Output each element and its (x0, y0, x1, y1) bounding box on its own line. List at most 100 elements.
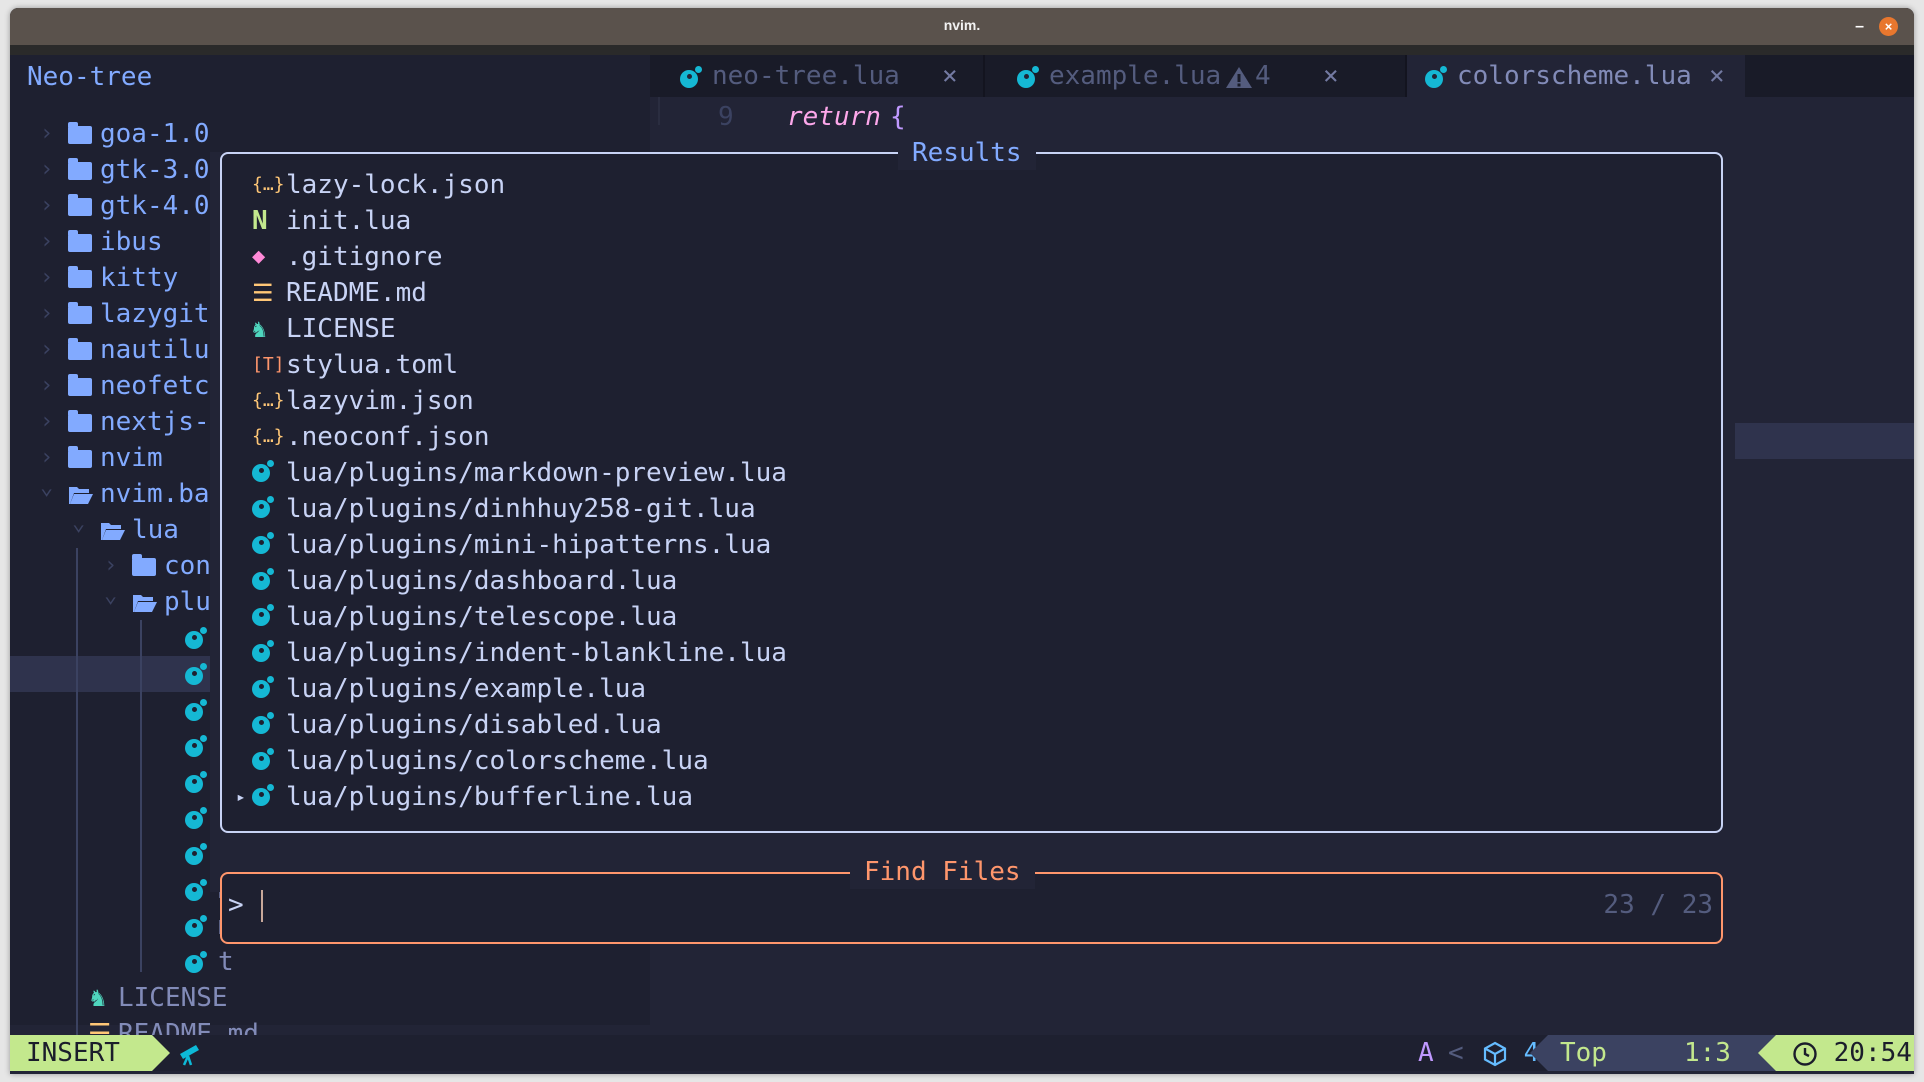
result-item[interactable]: lua/plugins/colorscheme.lua (252, 743, 709, 779)
result-item-label: lua/plugins/mini-hipatterns.lua (286, 530, 772, 560)
chevron-right-icon[interactable]: › (40, 152, 53, 188)
chevron-right-icon[interactable]: › (40, 296, 53, 332)
code-brace: { (890, 102, 906, 132)
lua-icon (185, 764, 207, 800)
result-item-label: lua/plugins/example.lua (286, 674, 647, 704)
chevron-right-icon[interactable]: › (40, 224, 53, 260)
lua-icon (185, 728, 207, 764)
cursor-location: 1:3 (1684, 1038, 1731, 1068)
tree-item-label: nautilu (100, 335, 210, 365)
warning-count: 4 (1255, 61, 1271, 91)
chevron-down-icon[interactable]: ⌄ (104, 578, 117, 614)
folder-open-icon (132, 584, 158, 624)
tree-item[interactable]: ♞ LICENSE (10, 980, 650, 1016)
result-item[interactable]: ♞ LICENSE (252, 311, 396, 347)
readme-icon: ☰ (252, 279, 274, 307)
lua-icon (252, 563, 286, 599)
result-item-label: lua/plugins/telescope.lua (286, 602, 678, 632)
folder-icon (68, 404, 92, 442)
telescope-results[interactable]: Results {…}lazy-lock.json Ninit.lua ◆ .giti… (220, 136, 1723, 833)
lua-icon (185, 656, 207, 692)
result-item-label: lua/plugins/colorscheme.lua (286, 746, 709, 776)
result-item[interactable]: ☰ README.md (252, 275, 427, 311)
result-item-label: LICENSE (286, 314, 396, 344)
tab-neo-tree[interactable]: neo-tree.lua × (650, 55, 980, 97)
package-icon (1483, 1041, 1507, 1066)
prompt-title: Find Files (850, 855, 1035, 889)
tab-close-icon[interactable]: × (1323, 55, 1339, 97)
telescope-icon (176, 1035, 202, 1071)
tab-close-icon[interactable]: × (942, 55, 958, 97)
result-item[interactable]: ◆ .gitignore (252, 239, 443, 275)
result-item[interactable]: lua/plugins/dinhhuy258-git.lua (252, 491, 756, 527)
result-item-label: stylua.toml (286, 350, 459, 380)
tab-close-icon[interactable]: × (1709, 55, 1725, 97)
lua-icon (252, 635, 286, 671)
tree-item-label: gtk-3.0 (100, 155, 210, 185)
tree-item-label: t (218, 947, 234, 977)
chevron-down-icon[interactable]: ⌄ (72, 506, 85, 542)
lua-icon (1017, 65, 1039, 88)
result-item[interactable]: lua/plugins/dashboard.lua (252, 563, 677, 599)
lua-icon (185, 872, 207, 908)
result-item-label: lua/plugins/indent-blankline.lua (286, 638, 787, 668)
results-title: Results (898, 136, 1036, 170)
command-line[interactable] (10, 1071, 1914, 1074)
line-number: 9 (718, 102, 734, 132)
buffer-tabline: neo-tree.lua × example.lua 4 × colorsche… (650, 55, 1914, 97)
clock-icon (1792, 1038, 1834, 1068)
result-item[interactable]: {…}lazyvim.json (252, 383, 474, 419)
result-item[interactable]: lua/plugins/indent-blankline.lua (252, 635, 787, 671)
result-item[interactable]: [T]stylua.toml (252, 347, 458, 383)
chevron-right-icon[interactable]: › (40, 404, 53, 440)
lua-icon (185, 908, 207, 944)
terminal[interactable]: Neo-tree › goa-1.0 › gtk-3.0 › gtk-4.0 › ibus › k… (10, 55, 1914, 1074)
terminal-top-strip (10, 45, 1914, 55)
lua-icon (252, 671, 286, 707)
chevron-right-icon[interactable]: › (40, 368, 53, 404)
result-item[interactable]: {…}.neoconf.json (252, 419, 490, 455)
result-item-label: lua/plugins/markdown-preview.lua (286, 458, 787, 488)
indent-guide (140, 620, 142, 972)
lua-icon (185, 944, 207, 980)
chevron-right-icon[interactable]: › (40, 260, 53, 296)
lua-icon (252, 779, 286, 815)
result-item[interactable]: {…}lazy-lock.json (252, 167, 505, 203)
result-item-label: lua/plugins/dashboard.lua (286, 566, 678, 596)
window-title: nvim. (943, 17, 981, 33)
tree-item-label: kitty (100, 263, 179, 293)
lua-icon (1425, 65, 1447, 88)
minimize-button[interactable]: – (1855, 18, 1864, 36)
chevron-down-icon[interactable]: ⌄ (40, 470, 53, 506)
close-button[interactable]: × (1879, 17, 1898, 36)
tree-item[interactable]: › goa-1.0 (10, 116, 650, 152)
lua-icon (252, 455, 286, 491)
json-icon: {…} (252, 426, 285, 447)
neo-tree-header: Neo-tree (27, 62, 153, 92)
chevron-right-icon[interactable]: › (40, 332, 53, 368)
result-item[interactable]: lua/plugins/bufferline.lua (252, 779, 693, 815)
tab-label: example.lua (1049, 61, 1222, 91)
chevron-right-icon[interactable]: › (40, 116, 53, 152)
license-icon: ♞ (90, 983, 106, 1013)
chevron-right-icon[interactable]: › (40, 188, 53, 224)
result-item[interactable]: lua/plugins/markdown-preview.lua (252, 455, 787, 491)
json-icon: {…} (252, 174, 285, 195)
result-item[interactable]: lua/plugins/telescope.lua (252, 599, 677, 635)
clock-section: 20:54 (1758, 1035, 1914, 1071)
tab-example[interactable]: example.lua 4 × (985, 55, 1346, 97)
telescope-prompt[interactable]: Find Files > 23 / 23 (220, 855, 1723, 944)
tree-item[interactable]: t (10, 944, 650, 980)
lua-icon (252, 527, 286, 563)
result-item[interactable]: lua/plugins/disabled.lua (252, 707, 662, 743)
result-item-label: init.lua (286, 206, 412, 236)
lua-icon (185, 692, 207, 728)
result-item[interactable]: lua/plugins/example.lua (252, 671, 646, 707)
folder-icon (68, 188, 92, 226)
lua-icon (252, 743, 286, 779)
tab-colorscheme[interactable]: colorscheme.lua × (1407, 55, 1745, 97)
result-item[interactable]: lua/plugins/mini-hipatterns.lua (252, 527, 771, 563)
result-item[interactable]: Ninit.lua (252, 203, 411, 239)
result-item-label: lua/plugins/dinhhuy258-git.lua (286, 494, 756, 524)
tree-item-label: LICENSE (118, 983, 228, 1013)
